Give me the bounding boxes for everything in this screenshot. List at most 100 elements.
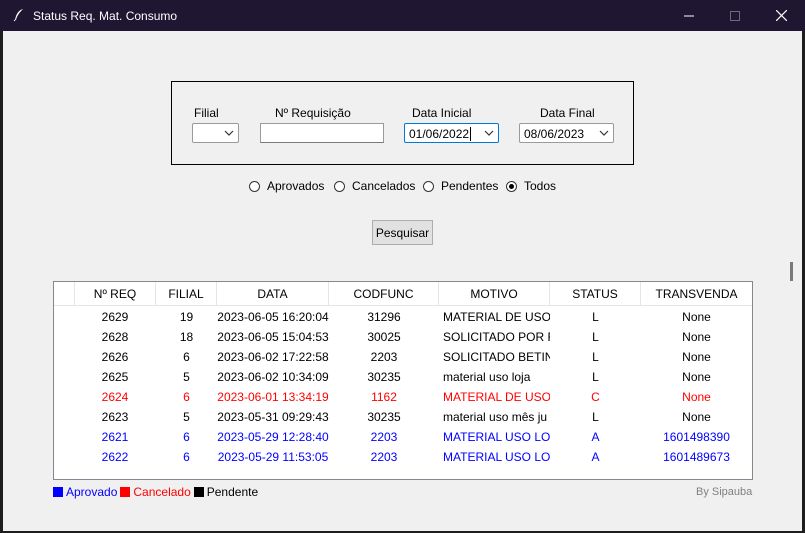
table-cell: C: [591, 390, 600, 404]
table-cell: 2203: [370, 350, 398, 364]
table-cell: 1162: [371, 390, 397, 404]
column-header[interactable]: STATUS: [550, 282, 641, 306]
column-header[interactable]: MOTIVO: [439, 282, 550, 306]
chevron-down-icon: [484, 130, 494, 136]
radio-todos[interactable]: Todos: [506, 179, 556, 193]
table-cell: 2626: [101, 350, 129, 364]
table-cell: 2023-06-05 15:04:53: [217, 330, 329, 344]
table-cell: MATERIAL USO LOC: [443, 430, 550, 444]
table-cell: SOLICITADO POR R: [443, 330, 550, 344]
table-cell: 2023-05-31 09:29:43: [217, 410, 329, 424]
table-cell: 6: [183, 430, 190, 444]
radio-aprovados[interactable]: Aprovados: [249, 179, 324, 193]
column-header[interactable]: CODFUNC: [329, 282, 439, 306]
table-cell: L: [592, 330, 599, 344]
scrollbar-thumb[interactable]: [790, 262, 793, 281]
table-cell: 5: [183, 370, 190, 384]
table-cell: 2023-06-05 16:20:04: [217, 310, 329, 324]
table-row[interactable]: 2621 6 2023-05-29 12:28:40 2203 MATERIAL USO…: [54, 427, 752, 447]
data-inicial-date-picker[interactable]: 01/06/2022: [404, 123, 499, 143]
table-cell: 2621: [101, 430, 129, 444]
column-header[interactable]: DATA: [217, 282, 329, 306]
table-row[interactable]: 2626 6 2023-06-02 17:22:58 2203 SOLICITADO B…: [54, 347, 752, 367]
table-cell: 1601498390: [663, 430, 730, 444]
table-cell: 2628: [101, 330, 129, 344]
table-row[interactable]: 2629 19 2023-06-05 16:20:04 31296 MATERIAL D…: [54, 307, 752, 327]
table-cell: A: [591, 450, 600, 464]
table-cell: 2023-05-29 11:53:05: [217, 450, 329, 464]
table-cell: MATERIAL DE USO I: [443, 390, 550, 404]
data-final-value: 08/06/2023: [524, 127, 585, 141]
table-cell: 2023-06-01 13:34:19: [217, 390, 329, 404]
minimize-button[interactable]: [666, 0, 712, 31]
table-row[interactable]: 2623 5 2023-05-31 09:29:43 30235 material us…: [54, 407, 752, 427]
table-cell: L: [592, 370, 599, 384]
table-cell: 2203: [370, 450, 398, 464]
data-final-date-picker[interactable]: 08/06/2023: [519, 123, 614, 143]
requisicao-label: Nº Requisição: [275, 106, 351, 120]
column-header[interactable]: TRANSVENDA: [641, 282, 752, 306]
results-table[interactable]: Nº REQ FILIAL DATA CODFUNC MOTIVO STATUS…: [53, 281, 753, 480]
table-cell: 2629: [101, 310, 129, 324]
legend-swatch-pendente: [193, 487, 204, 497]
table-cell: 2203: [370, 430, 398, 444]
table-cell: 2023-05-29 12:28:40: [217, 430, 329, 444]
legend-swatch-aprovado: [53, 487, 63, 497]
table-cell: L: [592, 350, 599, 364]
filial-combobox[interactable]: [192, 123, 239, 143]
window-title: Status Req. Mat. Consumo: [33, 9, 178, 23]
table-cell: 2023-06-02 10:34:09: [217, 370, 329, 384]
table-cell: None: [682, 390, 711, 404]
table-cell: L: [592, 310, 599, 324]
main-window: Filial Nº Requisição Data Inicial 01/06/…: [3, 31, 802, 531]
table-cell: A: [591, 430, 600, 444]
status-legend: Aprovado Cancelado Pendente: [53, 485, 261, 499]
close-button[interactable]: [758, 0, 804, 31]
close-icon: [775, 10, 787, 21]
table-cell: 2622: [101, 450, 129, 464]
table-row[interactable]: 2625 5 2023-06-02 10:34:09 30235 material us…: [54, 367, 752, 387]
requisicao-input[interactable]: [260, 123, 384, 143]
data-final-label: Data Final: [540, 106, 595, 120]
table-cell: None: [682, 330, 711, 344]
pesquisar-button[interactable]: Pesquisar: [372, 220, 433, 245]
radio-label: Todos: [524, 179, 557, 193]
table-cell: MATERIAL DE USO-: [443, 310, 550, 324]
title-bar: Status Req. Mat. Consumo: [0, 0, 805, 31]
table-cell: None: [682, 310, 711, 324]
radio-pendentes[interactable]: Pendentes: [423, 179, 498, 193]
table-cell: MATERIAL USO LOC: [443, 450, 550, 464]
legend-swatch-cancelado: [120, 487, 131, 497]
table-cell: 30235: [367, 370, 401, 384]
radio-circle: [334, 180, 345, 192]
table-cell: None: [682, 350, 711, 364]
feather-icon: [13, 9, 23, 22]
table-cell: 30025: [367, 330, 401, 344]
column-header[interactable]: Nº REQ: [74, 282, 156, 306]
table-cell: 18: [179, 330, 194, 344]
minimize-icon: [684, 15, 694, 16]
table-row[interactable]: 2628 18 2023-06-05 15:04:53 30025 SOLICITADO…: [54, 327, 752, 347]
table-cell: 1601489673: [663, 450, 730, 464]
table-cell: 31296: [367, 310, 401, 324]
maximize-icon: [730, 10, 740, 21]
table-header: Nº REQ FILIAL DATA CODFUNC MOTIVO STATUS…: [54, 282, 752, 306]
table-cell: 2625: [101, 370, 129, 384]
radio-label: Pendentes: [441, 179, 499, 193]
credit-label: By Sipauba: [696, 486, 753, 498]
chevron-down-icon: [224, 130, 234, 136]
maximize-button[interactable]: [712, 0, 758, 31]
table-cell: 30235: [367, 410, 401, 424]
table-cell: material uso mês ju: [443, 410, 548, 424]
table-cell: 2624: [101, 390, 129, 404]
table-row[interactable]: 2622 6 2023-05-29 11:53:05 2203 MATERIAL USO…: [54, 447, 752, 467]
table-cell: 2623: [101, 410, 129, 424]
table-cell: material uso loja: [443, 370, 531, 384]
data-inicial-label: Data Inicial: [412, 106, 472, 120]
table-row[interactable]: 2624 6 2023-06-01 13:34:19 1162 MATERIAL DE …: [54, 387, 752, 407]
legend-label-aprovado: Aprovado: [66, 485, 118, 499]
table-cell: 5: [183, 410, 190, 424]
radio-cancelados[interactable]: Cancelados: [334, 179, 415, 193]
table-cell: L: [592, 410, 599, 424]
column-header[interactable]: FILIAL: [156, 282, 217, 306]
